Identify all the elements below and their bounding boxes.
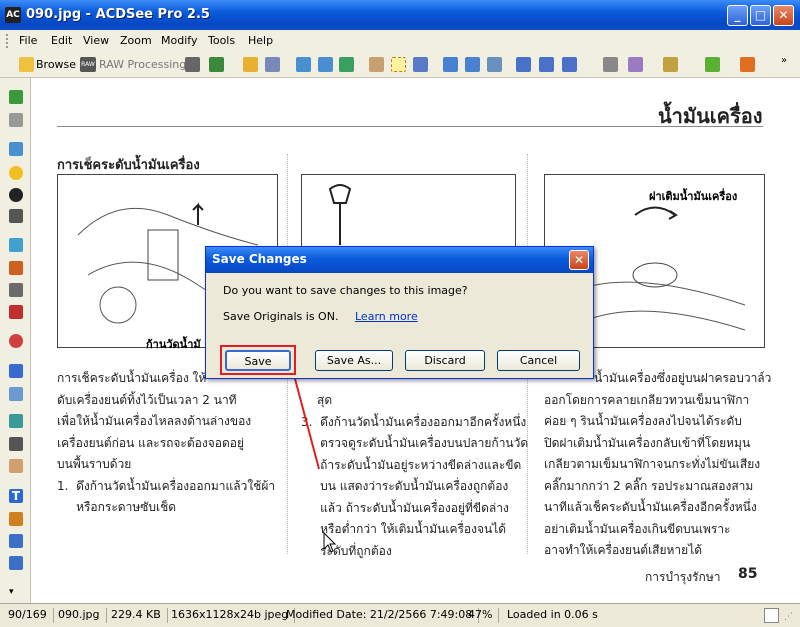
- menu-grip[interactable]: [6, 34, 11, 48]
- minimize-button[interactable]: _: [727, 5, 748, 26]
- dialog-close-button[interactable]: ✕: [569, 250, 589, 270]
- print-icon[interactable]: [603, 57, 618, 72]
- toolbar: Browse RAW RAW Processing »: [0, 52, 800, 78]
- repair-icon[interactable]: [9, 459, 23, 473]
- dialog-title: Save Changes: [212, 252, 307, 266]
- status-indicator-icon: [764, 608, 779, 623]
- effects-icon[interactable]: [9, 512, 23, 526]
- undo-icon[interactable]: [9, 90, 23, 104]
- save-button[interactable]: Save: [225, 350, 291, 371]
- resize-icon[interactable]: [9, 414, 23, 428]
- border-icon[interactable]: [9, 534, 23, 548]
- vignette-icon[interactable]: [9, 556, 23, 570]
- save-icon[interactable]: [265, 57, 280, 72]
- discard-button[interactable]: Discard: [405, 350, 485, 371]
- menu-file[interactable]: File: [19, 34, 37, 47]
- close-button[interactable]: ✕: [773, 5, 794, 26]
- text-tool-icon[interactable]: T: [9, 489, 23, 503]
- zoom-menu-icon[interactable]: [562, 57, 577, 72]
- menu-help[interactable]: Help: [248, 34, 273, 47]
- dialog-question: Do you want to save changes to this imag…: [223, 284, 468, 297]
- select-tool-icon[interactable]: [391, 57, 406, 72]
- redo-icon[interactable]: [9, 113, 23, 127]
- browse-icon[interactable]: [19, 57, 34, 72]
- open-folder-icon[interactable]: [243, 57, 258, 72]
- zoom-in-icon[interactable]: [516, 57, 531, 72]
- cancel-button[interactable]: Cancel: [497, 350, 580, 371]
- raw-processing-button[interactable]: RAW Processing: [99, 58, 186, 71]
- status-bar: 90/169 090.jpg 229.4 KB 1636x1128x24b jp…: [0, 603, 800, 627]
- zoom-tool-icon[interactable]: [413, 57, 428, 72]
- menu-modify[interactable]: Modify: [161, 34, 197, 47]
- landscape-icon[interactable]: [9, 238, 23, 252]
- window-title: 090.jpg - ACDSee Pro 2.5: [26, 7, 210, 22]
- sidebar-scroll-icon[interactable]: ▾: [9, 585, 23, 599]
- noise-icon[interactable]: [9, 387, 23, 401]
- learn-more-link[interactable]: Learn more: [355, 310, 418, 323]
- tag-icon[interactable]: [663, 57, 678, 72]
- status-modified: Modified Date: 21/2/2566 7:49:08: [286, 608, 480, 623]
- zoom-out-icon[interactable]: [539, 57, 554, 72]
- color-icon[interactable]: [9, 305, 23, 319]
- menu-edit[interactable]: Edit: [51, 34, 72, 47]
- contrast-icon[interactable]: [9, 188, 23, 202]
- image-icon[interactable]: [9, 142, 23, 156]
- rotate-right-icon[interactable]: [465, 57, 480, 72]
- status-zoom[interactable]: 47%: [468, 608, 500, 623]
- batch-icon[interactable]: [185, 57, 200, 72]
- save-as-button[interactable]: Save As...: [315, 350, 393, 371]
- resize-grip-icon[interactable]: ⋰: [784, 612, 793, 622]
- checklist-icon[interactable]: [209, 57, 224, 72]
- dialog-info: Save Originals is ON.: [223, 310, 339, 323]
- edit-sidebar: T ▾: [0, 78, 31, 603]
- status-index: 90/169: [8, 608, 54, 623]
- red-eye-icon[interactable]: [9, 334, 23, 348]
- sharpen-icon[interactable]: [9, 364, 23, 378]
- curves-icon[interactable]: [9, 283, 23, 297]
- status-load-time: Loaded in 0.06 s: [507, 608, 598, 621]
- previous-image-icon[interactable]: [296, 57, 311, 72]
- levels-icon[interactable]: [9, 261, 23, 275]
- toolbar-overflow-icon[interactable]: »: [781, 55, 787, 66]
- menu-zoom[interactable]: Zoom: [120, 34, 152, 47]
- browse-button[interactable]: Browse: [36, 58, 76, 71]
- color-label-icon[interactable]: [705, 57, 720, 72]
- next-image-icon[interactable]: [318, 57, 333, 72]
- menu-bar: File Edit View Zoom Modify Tools Help: [0, 30, 800, 53]
- status-filesize: 229.4 KB: [111, 608, 168, 623]
- title-bar: AC 090.jpg - ACDSee Pro 2.5 _ □ ✕: [0, 0, 800, 30]
- status-dimensions: 1636x1128x24b jpeg: [171, 608, 296, 623]
- dialog-title-bar: Save Changes ✕: [206, 247, 593, 273]
- rotate-left-icon[interactable]: [443, 57, 458, 72]
- flip-icon[interactable]: [487, 57, 502, 72]
- status-filename: 090.jpg: [58, 608, 107, 623]
- raw-icon[interactable]: RAW: [80, 57, 96, 72]
- menu-view[interactable]: View: [83, 34, 109, 47]
- auto-advance-icon[interactable]: [339, 57, 354, 72]
- rating-icon[interactable]: [740, 57, 755, 72]
- share-icon[interactable]: [628, 57, 643, 72]
- app-icon[interactable]: AC: [5, 7, 21, 23]
- maximize-button[interactable]: □: [750, 5, 771, 26]
- exposure-icon[interactable]: [9, 166, 23, 180]
- mouse-cursor-icon: [323, 531, 337, 553]
- crop-icon[interactable]: [9, 437, 23, 451]
- save-changes-dialog: Save Changes ✕ Do you want to save chang…: [205, 246, 594, 379]
- portrait-icon[interactable]: [9, 209, 23, 223]
- menu-tools[interactable]: Tools: [208, 34, 235, 47]
- hand-tool-icon[interactable]: [369, 57, 384, 72]
